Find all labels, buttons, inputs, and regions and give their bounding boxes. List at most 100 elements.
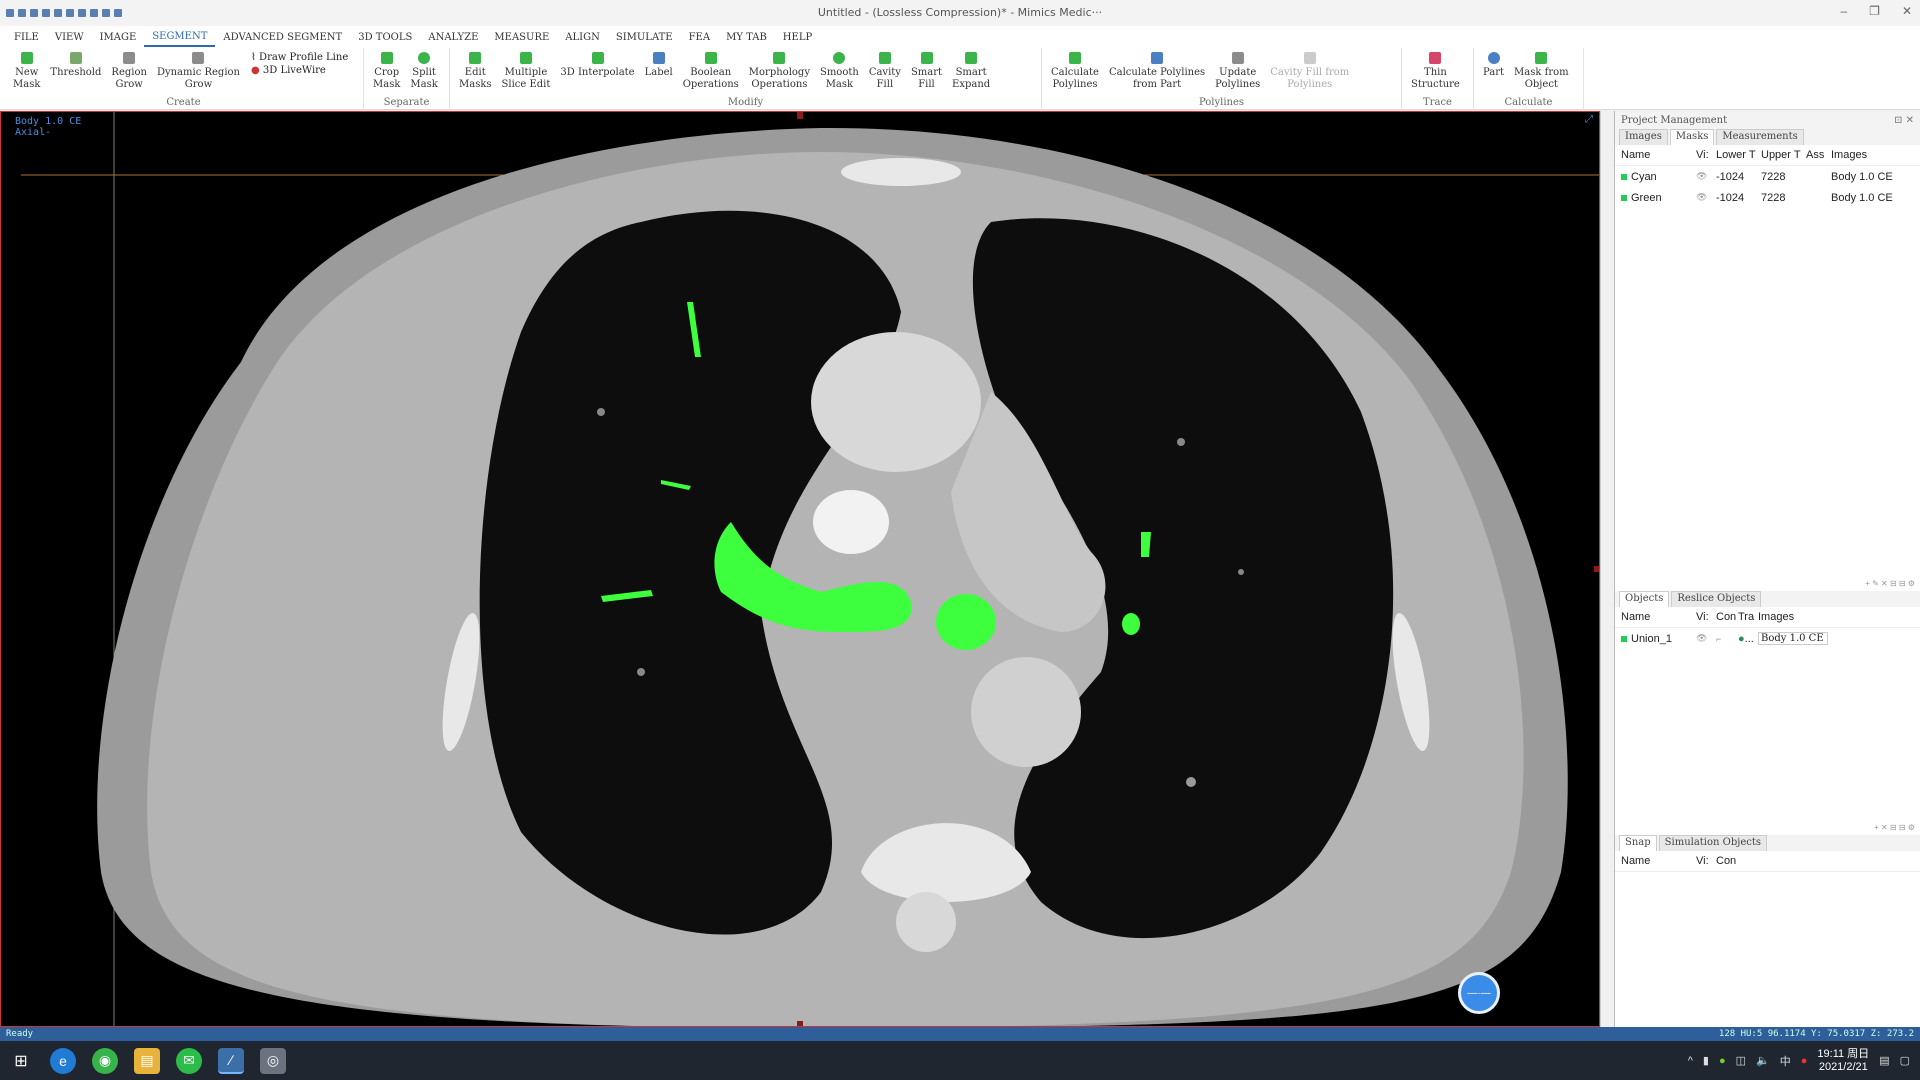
menu-image[interactable]: IMAGE: [92, 29, 145, 46]
wechat-icon[interactable]: ✉: [176, 1047, 202, 1074]
table-row[interactable]: Green 👁 -1024 7228 Body 1.0 CE: [1615, 187, 1920, 208]
antivirus-icon[interactable]: ●: [1801, 1055, 1808, 1067]
crop-mask-button[interactable]: Crop Mask: [368, 52, 405, 91]
restore-icon[interactable]: ❐: [1869, 4, 1880, 18]
threshold-button[interactable]: Threshold: [45, 52, 106, 79]
polylines-part-icon: [1151, 52, 1164, 64]
transparency-icon[interactable]: ●: [1738, 633, 1745, 645]
notes-icon[interactable]: ▤: [1879, 1054, 1889, 1067]
dynamic-region-grow-button[interactable]: Dynamic Region Grow: [152, 52, 245, 91]
new-mask-button[interactable]: New Mask: [8, 52, 45, 91]
segment-ribbon: New Mask Threshold Region Grow Dynamic R…: [0, 48, 1920, 110]
smart-fill-button[interactable]: Smart Fill: [906, 52, 947, 91]
clock[interactable]: 19:11 周日 2021/2/21: [1817, 1048, 1869, 1074]
contour-icon[interactable]: ⌐: [1716, 634, 1738, 644]
file-explorer-icon[interactable]: ▤: [134, 1047, 160, 1074]
label-button[interactable]: Label: [640, 52, 678, 79]
viewport-label: Body 1.0 CE Axial-: [15, 116, 81, 138]
menu-segment[interactable]: SEGMENT: [144, 28, 216, 47]
app-icon-gray[interactable]: ◎: [260, 1047, 286, 1074]
group-label-trace: Trace: [1423, 97, 1452, 108]
part-button[interactable]: Part: [1478, 52, 1509, 79]
mimics-app-icon[interactable]: ∕: [218, 1047, 244, 1074]
battery-icon[interactable]: ▮: [1703, 1054, 1709, 1067]
viewport-scrollbar[interactable]: [1600, 111, 1614, 1027]
table-row[interactable]: Cyan 👁 -1024 7228 Body 1.0 CE: [1615, 166, 1920, 187]
visibility-icon[interactable]: 👁: [1696, 171, 1716, 182]
threshold-icon: [69, 52, 82, 64]
morphology-operations-button[interactable]: Morphology Operations: [744, 52, 815, 91]
objects-toolbar-icons[interactable]: + ✎ ✕ ⊟ ⊟ ⚙: [1865, 579, 1915, 588]
objects-section: + ✎ ✕ ⊟ ⊟ ⚙ Objects Reslice Objects Name…: [1615, 579, 1920, 649]
menu-measure[interactable]: MEASURE: [486, 29, 557, 46]
simulation-toolbar-icons[interactable]: + ✕ ⊟ ⊟ ⚙: [1874, 823, 1915, 832]
network-icon[interactable]: ◫: [1736, 1054, 1746, 1067]
table-row[interactable]: Union_1 👁 ⌐ ●... Body 1.0 CE ▾: [1615, 628, 1920, 649]
smart-expand-button[interactable]: Smart Expand: [947, 52, 995, 91]
calculate-polylines-from-part-button[interactable]: Calculate Polylines from Part: [1104, 52, 1210, 91]
navigation-widget[interactable]: —·—: [1458, 972, 1500, 1014]
calculate-polylines-button[interactable]: Calculate Polylines: [1046, 52, 1104, 91]
cavity-fill-from-polylines-button[interactable]: Cavity Fill from Polylines: [1265, 52, 1354, 91]
chevron-up-icon[interactable]: ^: [1688, 1055, 1693, 1067]
tab-measurements[interactable]: Measurements: [1716, 129, 1804, 145]
draw-profile-line-button[interactable]: ⌇ Draw Profile Line: [251, 52, 348, 63]
smooth-icon: [833, 52, 846, 64]
cavity-fill-button[interactable]: Cavity Fill: [864, 52, 906, 91]
menu-align[interactable]: ALIGN: [557, 29, 608, 46]
menu-fea[interactable]: FEA: [681, 29, 718, 46]
update-polylines-button[interactable]: Update Polylines: [1210, 52, 1265, 91]
part-icon: [1487, 52, 1500, 64]
smooth-mask-button[interactable]: Smooth Mask: [815, 52, 864, 91]
menu-3d-tools[interactable]: 3D TOOLS: [350, 29, 420, 46]
mask-color-swatch[interactable]: [1621, 194, 1627, 201]
ime-indicator[interactable]: 中: [1780, 1053, 1791, 1069]
axial-viewport[interactable]: Body 1.0 CE Axial- —·— ⤢: [0, 111, 1600, 1027]
tab-snap[interactable]: Snap: [1619, 835, 1657, 851]
tab-simulation-objects[interactable]: Simulation Objects: [1658, 835, 1768, 851]
boolean-operations-button[interactable]: Boolean Operations: [678, 52, 744, 91]
menu-help[interactable]: HELP: [775, 29, 820, 46]
status-bar: Ready 128 HU:5 96.1174 Y: 75.0317 Z: 273…: [0, 1027, 1920, 1041]
menu-my-tab[interactable]: MY TAB: [718, 29, 775, 46]
menu-view[interactable]: VIEW: [47, 29, 92, 46]
object-image-select[interactable]: Body 1.0 CE ▾: [1758, 632, 1828, 645]
mask-from-object-button[interactable]: Mask from Object: [1509, 52, 1574, 91]
split-icon: [418, 52, 431, 64]
menu-simulate[interactable]: SIMULATE: [608, 29, 681, 46]
group-label-create: Create: [166, 97, 201, 108]
visibility-icon[interactable]: 👁: [1696, 192, 1716, 203]
update-polylines-icon: [1231, 52, 1244, 64]
masks-tabs: Images Masks Measurements: [1615, 129, 1920, 145]
3d-interpolate-button[interactable]: 3D Interpolate: [555, 52, 639, 79]
mask-color-swatch[interactable]: [1621, 173, 1627, 180]
windows-start-icon[interactable]: ⊞: [8, 1048, 34, 1074]
sync-icon[interactable]: ●: [1719, 1055, 1726, 1067]
thin-structure-button[interactable]: Thin Structure: [1406, 52, 1465, 91]
edge-browser-icon[interactable]: e: [50, 1047, 76, 1074]
livewire-icon: ●: [250, 65, 263, 76]
minimize-icon[interactable]: –: [1840, 4, 1847, 18]
tab-objects[interactable]: Objects: [1619, 591, 1670, 607]
livewire-button[interactable]: ● 3D LiveWire: [251, 65, 348, 76]
tab-reslice-objects[interactable]: Reslice Objects: [1671, 591, 1762, 607]
region-grow-button[interactable]: Region Grow: [106, 52, 152, 91]
menu-analyze[interactable]: ANALYZE: [420, 29, 486, 46]
edit-masks-button[interactable]: Edit Masks: [454, 52, 497, 91]
tab-masks[interactable]: Masks: [1669, 129, 1715, 145]
object-color-swatch[interactable]: [1621, 635, 1627, 642]
close-icon[interactable]: ✕: [1902, 4, 1912, 18]
tab-images[interactable]: Images: [1619, 129, 1668, 145]
multiple-slice-edit-button[interactable]: Multiple Slice Edit: [497, 52, 556, 91]
notification-icon[interactable]: ▢: [1900, 1054, 1910, 1067]
browser-green-icon[interactable]: ◉: [92, 1047, 118, 1074]
panel-pin-close-icon[interactable]: ⊡ ✕: [1894, 115, 1914, 126]
menu-file[interactable]: FILE: [6, 29, 47, 46]
visibility-icon[interactable]: 👁: [1696, 633, 1716, 644]
menu-advanced-segment[interactable]: ADVANCED SEGMENT: [215, 29, 350, 46]
expand-view-icon[interactable]: ⤢: [1585, 114, 1593, 125]
interpolate-icon: [591, 52, 604, 64]
volume-icon[interactable]: 🔈: [1756, 1054, 1770, 1067]
navigation-icon: —·—: [1467, 987, 1491, 999]
split-mask-button[interactable]: Split Mask: [405, 52, 442, 91]
